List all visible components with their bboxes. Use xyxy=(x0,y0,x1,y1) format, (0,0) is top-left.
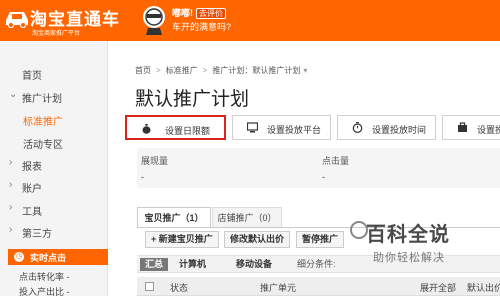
impressions-label: 展现量 xyxy=(141,156,169,166)
sidebar-item-standard[interactable]: 标准推广 xyxy=(0,111,107,129)
breadcrumb-standard[interactable]: 标准推广 xyxy=(166,66,198,75)
realtime-label: 实时点击 xyxy=(30,253,67,263)
tab-shop-promotion[interactable]: 店铺推广（0） xyxy=(212,207,282,228)
set-platform-button[interactable]: 设置投放平台 xyxy=(232,115,331,140)
realtime-conversion: 点击转化率 - xyxy=(19,272,70,282)
rate-button[interactable]: 去评价 xyxy=(196,8,226,19)
sidebar-item-label: 活动专区 xyxy=(23,140,63,151)
sidebar-item-reports[interactable]: › 报表 xyxy=(0,156,107,174)
clicks-stat: 点击量 - xyxy=(322,154,349,182)
breadcrumb-plan: 推广计划：默认推广计划 xyxy=(212,66,301,75)
chevron-down-icon: ⌄ xyxy=(9,89,18,100)
filter-mobile-tab[interactable]: 移动设备 xyxy=(236,258,272,271)
sidebar-item-activity[interactable]: 活动专区 xyxy=(0,134,107,152)
realtime-clicks-header: ◷ 实时点击 xyxy=(8,249,108,265)
filter-all-tab[interactable]: 汇总 xyxy=(140,258,168,271)
mascot-avatar xyxy=(143,6,165,35)
chevron-right-icon: › xyxy=(9,224,13,235)
tab-item-promotion[interactable]: 宝贝推广（1） xyxy=(137,207,211,228)
set-daily-limit-label: 设置日限额 xyxy=(165,126,211,136)
stats-panel: 展现量 - 点击量 - xyxy=(137,148,500,188)
sidebar-item-label: 第三方 xyxy=(22,229,52,240)
sidebar-item-label: 报表 xyxy=(22,162,42,173)
stopwatch-icon xyxy=(352,122,363,133)
set-time-label: 设置投放时间 xyxy=(372,125,427,135)
location-icon xyxy=(458,122,467,132)
breadcrumb-separator: > xyxy=(202,66,208,75)
watermark: 百科全说 助你轻松解决 xyxy=(349,210,469,270)
sidebar-item-home[interactable]: 首页 xyxy=(0,65,107,83)
sidebar-item-account[interactable]: › 账户 xyxy=(0,178,107,196)
breadcrumb: 首页 > 标准推广 > 推广计划：默认推广计划 ▾ xyxy=(135,65,307,76)
chevron-right-icon: › xyxy=(9,157,13,168)
expand-all-link[interactable]: 展开全部 xyxy=(420,281,456,294)
set-daily-limit-button[interactable]: 设置日限额 xyxy=(125,115,226,140)
set-region-label: 设置投放 xyxy=(477,125,500,135)
set-region-button[interactable]: 设置投放 xyxy=(442,115,500,140)
sidebar-item-plans[interactable]: ⌄ 推广计划 xyxy=(0,88,107,106)
table-header: 状态 推广单元 展开全部 默认出价 xyxy=(137,277,500,296)
filter-computer-tab[interactable]: 计算机 xyxy=(179,258,206,271)
sidebar-item-label: 首页 xyxy=(22,71,42,82)
impressions-value: - xyxy=(141,172,144,182)
chevron-right-icon: › xyxy=(9,202,13,213)
watermark-subtitle: 助你轻松解决 xyxy=(373,252,445,264)
sidebar-item-label: 推广计划 xyxy=(22,94,62,105)
promo-line: 嘟嘟! 去评价 xyxy=(172,6,226,19)
realtime-roi: 投入产出比 - xyxy=(19,287,70,296)
sidebar-item-label: 账户 xyxy=(22,184,42,195)
set-platform-label: 设置投放平台 xyxy=(267,125,322,135)
modify-default-bid-button[interactable]: 修改默认出价 xyxy=(224,231,291,248)
sidebar-item-tools[interactable]: › 工具 xyxy=(0,201,107,219)
clicks-label: 点击量 xyxy=(322,156,350,166)
set-time-button[interactable]: 设置投放时间 xyxy=(337,115,436,140)
top-header: 淘宝直通车 淘宝商家推广平台 嘟嘟! 去评价 车开的满意吗? xyxy=(0,0,500,41)
new-item-promotion-button[interactable]: + 新建宝贝推广 xyxy=(145,231,219,248)
sidebar-item-label: 工具 xyxy=(22,207,42,218)
promo-greeting: 嘟嘟! xyxy=(172,8,193,18)
monitor-icon xyxy=(247,122,258,133)
sidebar-item-label: 标准推广 xyxy=(23,117,63,128)
promo-question: 车开的满意吗? xyxy=(172,22,232,32)
chevron-right-icon: › xyxy=(9,179,13,190)
pause-promotion-button[interactable]: 暂停推广 xyxy=(296,231,345,248)
column-status[interactable]: 状态 xyxy=(170,281,188,294)
breadcrumb-separator: > xyxy=(156,66,161,75)
column-promotion-unit: 推广单元 xyxy=(260,283,297,293)
clock-icon: ◷ xyxy=(14,252,24,262)
breadcrumb-home[interactable]: 首页 xyxy=(135,66,151,75)
select-all-checkbox[interactable] xyxy=(145,282,154,291)
clicks-value: - xyxy=(322,172,325,182)
logo[interactable]: 淘宝直通车 淘宝商家推广平台 xyxy=(4,4,144,38)
money-bag-icon xyxy=(142,124,151,134)
impressions-stat: 展现量 - xyxy=(141,154,168,182)
logo-title: 淘宝直通车 xyxy=(30,10,120,30)
watermark-title: 百科全说 xyxy=(366,222,450,246)
logo-subtitle: 淘宝商家推广平台 xyxy=(32,31,81,37)
car-logo-icon xyxy=(6,12,28,28)
chevron-down-icon[interactable]: ▾ xyxy=(303,66,307,75)
page-title: 默认推广计划 xyxy=(135,88,250,110)
column-default-bid: 默认出价 xyxy=(467,283,500,293)
segment-condition-label: 细分条件: xyxy=(297,259,336,269)
sidebar-item-third-party[interactable]: › 第三方 xyxy=(0,223,107,241)
